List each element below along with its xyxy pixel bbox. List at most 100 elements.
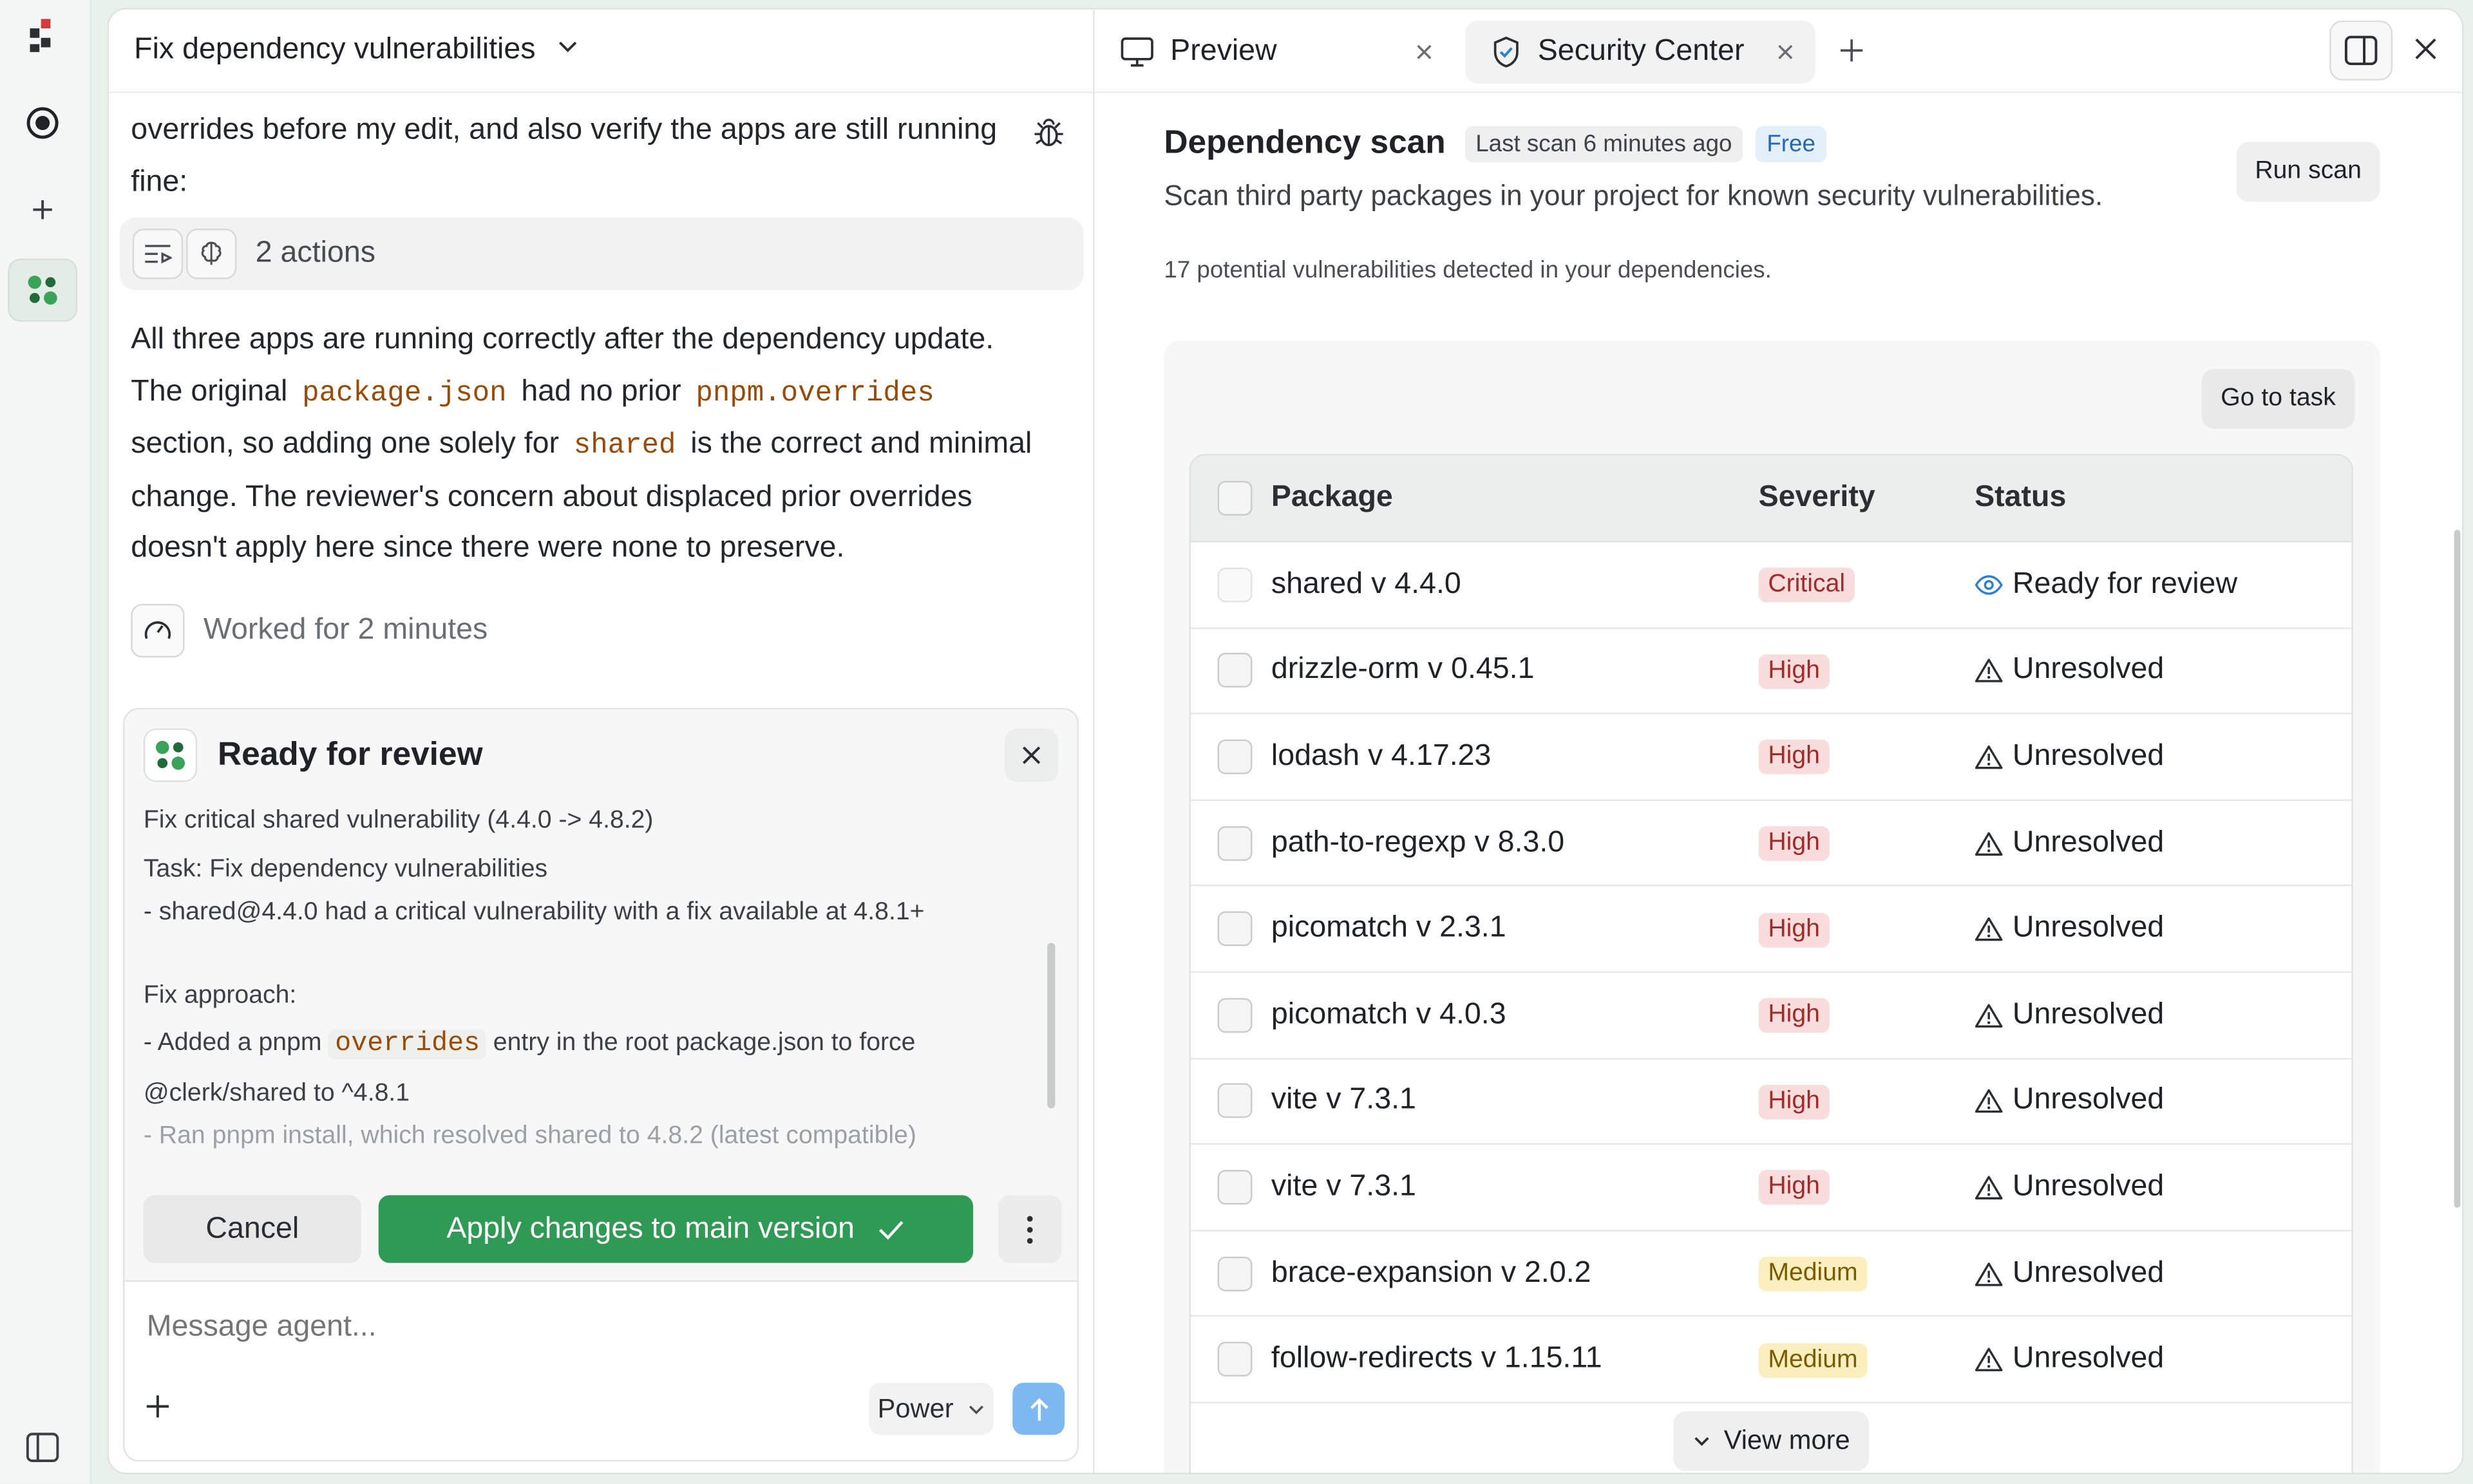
msg-text: The original — [131, 374, 288, 408]
status-cell: Unresolved — [1975, 825, 2164, 860]
table-row[interactable]: follow-redirects v 1.15.11 Medium Unresolv… — [1190, 1317, 2352, 1404]
attach-plus-icon[interactable] — [144, 1392, 172, 1428]
monitor-icon — [1120, 36, 1155, 68]
vulnerability-count: 17 potential vulnerabilities detected in… — [1164, 257, 1772, 284]
left-rail — [0, 0, 92, 1484]
tab-label: Security Center — [1537, 34, 1745, 68]
row-checkbox[interactable] — [1217, 997, 1253, 1033]
sidebar-toggle-icon[interactable] — [8, 1416, 77, 1479]
severity-badge: High — [1758, 998, 1830, 1033]
brain-icon — [185, 229, 237, 279]
table-row[interactable]: lodash v 4.17.23 High Unresolved — [1190, 715, 2352, 801]
row-checkbox[interactable] — [1217, 1170, 1253, 1205]
inline-code: overrides — [328, 1029, 486, 1060]
table-row[interactable]: path-to-regexp v 8.3.0 High Unresolved — [1190, 801, 2352, 887]
table-row[interactable]: vite v 7.3.1 High Unresolved — [1190, 1145, 2352, 1232]
review-line: - Ran pnpm install, which resolved share… — [143, 1122, 916, 1150]
status-cell: Unresolved — [1975, 1342, 2164, 1376]
table-row[interactable]: picomatch v 4.0.3 High Unresolved — [1190, 973, 2352, 1059]
review-card: Ready for review Fix critical shared vul… — [123, 708, 1079, 1282]
chevron-down-icon — [966, 1399, 985, 1418]
package-name: drizzle-orm v 0.45.1 — [1271, 653, 1535, 687]
inline-code: shared — [573, 430, 676, 462]
chevron-down-icon — [1692, 1432, 1711, 1451]
table-row[interactable]: vite v 7.3.1 High Unresolved — [1190, 1059, 2352, 1145]
package-name: vite v 7.3.1 — [1271, 1084, 1416, 1117]
status-text: Unresolved — [2012, 1342, 2165, 1375]
chat-message-line: change. The reviewer's concern about dis… — [131, 480, 972, 514]
run-scan-button[interactable]: Run scan — [2236, 142, 2380, 202]
review-line: @clerk/shared to ^4.8.1 — [143, 1080, 410, 1107]
table-row[interactable]: brace-expansion v 2.0.2 Medium Unresolved — [1190, 1231, 2352, 1317]
record-icon[interactable] — [8, 91, 77, 155]
split-panel-toggle-icon[interactable] — [2329, 20, 2393, 80]
row-checkbox[interactable] — [1217, 825, 1253, 861]
more-vertical-icon — [1027, 1215, 1033, 1243]
severity-cell: High — [1758, 1083, 1975, 1120]
status-cell: Unresolved — [1975, 912, 2164, 946]
severity-badge: Medium — [1758, 1342, 1868, 1378]
message-input[interactable] — [146, 1310, 1030, 1345]
apply-changes-button[interactable]: Apply changes to main version — [378, 1195, 974, 1263]
new-task-plus-icon[interactable] — [8, 178, 77, 241]
app-logo-icon[interactable] — [8, 3, 77, 66]
row-checkbox[interactable] — [1217, 567, 1253, 603]
warning-icon — [1975, 1089, 2003, 1114]
check-icon — [876, 1218, 905, 1240]
select-all-checkbox[interactable] — [1217, 480, 1253, 516]
warning-icon — [1975, 744, 2003, 769]
review-line: - shared@4.4.0 had a critical vulnerabil… — [143, 898, 925, 926]
severity-badge: High — [1758, 912, 1830, 948]
row-checkbox[interactable] — [1217, 1255, 1253, 1291]
mode-label: Power — [877, 1393, 954, 1423]
message-composer: Power — [123, 1282, 1079, 1462]
arrow-up-icon — [1029, 1397, 1048, 1420]
cancel-button[interactable]: Cancel — [143, 1195, 361, 1263]
actions-summary[interactable]: 2 actions — [120, 217, 1084, 290]
table-row[interactable]: shared v 4.4.0 Critical Ready for review — [1190, 542, 2352, 629]
close-review-button[interactable] — [1005, 728, 1059, 782]
tab-security-center[interactable]: Security Center — [1465, 20, 1815, 84]
severity-cell: Medium — [1758, 1255, 1975, 1291]
review-line: - Added a pnpm overrides entry in the ro… — [144, 1017, 1058, 1073]
close-tab-icon[interactable] — [1413, 38, 1435, 73]
row-checkbox[interactable] — [1217, 653, 1253, 688]
review-text: - Added a pnpm — [143, 1029, 322, 1057]
status-cell: Unresolved — [1975, 998, 2164, 1033]
row-checkbox[interactable] — [1217, 1342, 1253, 1377]
plan-badge: Free — [1756, 125, 1827, 162]
worked-duration[interactable]: Worked for 2 minutes — [131, 603, 1072, 657]
inline-code: package.json — [302, 377, 507, 409]
actions-count-label: 2 actions — [255, 236, 375, 270]
task-title-dropdown[interactable]: Fix dependency vulnerabilities — [108, 10, 1094, 93]
close-panel-icon[interactable] — [2412, 35, 2440, 71]
status-text: Unresolved — [2012, 1084, 2165, 1117]
warning-icon — [1975, 1261, 2003, 1286]
row-checkbox[interactable] — [1217, 1084, 1253, 1119]
add-tab-plus-icon[interactable] — [1836, 35, 1868, 74]
status-cell: Unresolved — [1975, 1170, 2164, 1205]
row-checkbox[interactable] — [1217, 739, 1253, 775]
project-logo-icon[interactable] — [8, 258, 78, 322]
last-scan-badge: Last scan 6 minutes ago — [1464, 125, 1743, 162]
view-more-button[interactable]: View more — [1673, 1411, 1870, 1471]
status-text: Unresolved — [2012, 1255, 2165, 1290]
review-scrollbar[interactable] — [1047, 943, 1056, 1109]
status-cell: Unresolved — [1975, 1084, 2164, 1118]
more-options-button[interactable] — [998, 1195, 1062, 1263]
go-to-task-button[interactable]: Go to task — [2201, 369, 2355, 429]
close-tab-icon[interactable] — [1774, 38, 1796, 73]
row-checkbox[interactable] — [1217, 911, 1253, 946]
tab-preview[interactable]: Preview — [1095, 21, 1454, 84]
warning-icon — [1975, 1174, 2003, 1199]
table-row[interactable]: picomatch v 2.3.1 High Unresolved — [1190, 887, 2352, 973]
workspace-scrollbar[interactable] — [2454, 529, 2461, 1208]
agent-pane: Fix dependency vulnerabilities overrides… — [108, 9, 1095, 1473]
msg-text: is the correct and minimal — [690, 427, 1032, 461]
send-button[interactable] — [1012, 1382, 1065, 1435]
scan-title: Dependency scan — [1164, 124, 1446, 161]
bug-icon[interactable] — [1032, 115, 1066, 158]
chevron-down-icon — [554, 33, 580, 68]
mode-select[interactable]: Power — [869, 1382, 994, 1435]
table-row[interactable]: drizzle-orm v 0.45.1 High Unresolved — [1190, 628, 2352, 715]
